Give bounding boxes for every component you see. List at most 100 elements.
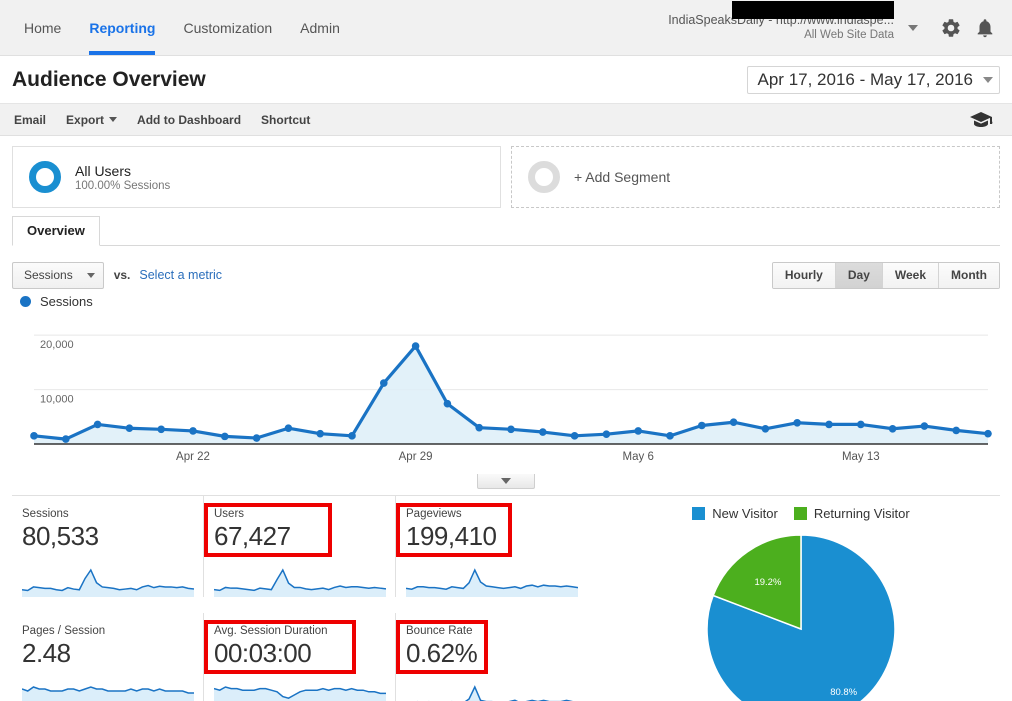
segment-percent: 100.00% Sessions [75, 180, 171, 193]
metric-card-users[interactable]: Users 67,427 [204, 496, 396, 597]
metric-card-sparkline [22, 685, 194, 701]
nav-item-reporting-label: Reporting [89, 19, 156, 36]
new-vs-returning-pie[interactable]: 80.8% 19.2% [701, 529, 901, 701]
metric-card-sparkline [214, 568, 386, 597]
top-navigation-bar: Home Reporting Customization Admin India… [0, 0, 1012, 56]
metric-card-sessions[interactable]: Sessions 80,533 [12, 496, 204, 597]
nav-items: Home Reporting Customization Admin [0, 0, 354, 55]
svg-text:May 6: May 6 [623, 451, 654, 463]
metric-card-value: 67,427 [214, 521, 291, 551]
graduation-cap-icon[interactable] [964, 103, 998, 137]
account-selector[interactable]: IndiaSpeaksDaily - http://www.indiaspe..… [668, 0, 898, 43]
svg-text:May 13: May 13 [842, 451, 880, 463]
metric-card-sparkline [406, 568, 578, 597]
nav-item-home-label: Home [24, 19, 62, 36]
granularity-day[interactable]: Day [835, 262, 883, 288]
add-segment-label: + Add Segment [574, 169, 671, 185]
chart-expand-button[interactable] [477, 474, 535, 489]
add-to-dashboard-label: Add to Dashboard [137, 112, 242, 127]
pie-legend-swatch-new [692, 507, 706, 520]
tab-overview[interactable]: Overview [12, 216, 100, 246]
vs-label: vs. [113, 268, 131, 282]
granularity-week[interactable]: Week [882, 262, 940, 288]
pie-slice-value-label: 80.8% [830, 687, 857, 698]
select-a-metric-link[interactable]: Select a metric [139, 268, 222, 282]
granularity-hourly[interactable]: Hourly [772, 262, 836, 288]
segment-name: All Users [75, 162, 132, 179]
metric-card-value: 2.48 [22, 637, 71, 668]
gear-icon[interactable] [934, 11, 968, 45]
metric-card-sparkline [214, 685, 386, 701]
bell-icon[interactable] [968, 11, 1002, 45]
legend-dot-sessions [20, 296, 31, 307]
metric-card-label: Pageviews [406, 508, 462, 520]
pie-legend: New Visitor Returning Visitor [602, 496, 1000, 521]
metric-card-label: Pages / Session [22, 624, 106, 637]
donut-icon-empty [528, 161, 560, 193]
segment-text-block: All Users 100.00% Sessions [75, 162, 170, 193]
account-view-name: All Web Site Data [804, 29, 894, 42]
nav-item-customization-label: Customization [183, 19, 273, 36]
granularity-week-label: Week [894, 268, 927, 282]
granularity-month-label: Month [951, 268, 987, 282]
nav-item-admin[interactable]: Admin [286, 0, 354, 55]
chart-expander [12, 474, 1000, 489]
metric-selector[interactable]: Sessions [12, 261, 104, 289]
svg-text:20,000: 20,000 [40, 339, 74, 351]
metrics-and-pie-panel: Sessions 80,533 Users 67,427 Pageviews 199,41… [0, 496, 1012, 701]
segment-bar: All Users 100.00% Sessions + Add Segment [0, 136, 1012, 216]
page-title: Audience Overview [12, 67, 206, 91]
metric-selector-value: Sessions [24, 268, 73, 282]
chevron-down-icon[interactable] [908, 24, 918, 31]
audience-overview-page: Home Reporting Customization Admin India… [0, 0, 1012, 701]
toolbar-right [964, 103, 998, 137]
granularity-toggle-group: Hourly Day Week Month [771, 261, 1000, 289]
metric-card-pageviews[interactable]: Pageviews 199,410 [396, 496, 588, 597]
granularity-hourly-label: Hourly [784, 268, 823, 282]
metric-card-value: 199,410 [406, 521, 497, 551]
report-action-toolbar: Email Export Add to Dashboard Shortcut [0, 104, 1012, 136]
granularity-month[interactable]: Month [939, 262, 999, 288]
nav-item-home[interactable]: Home [10, 0, 75, 55]
email-button[interactable]: Email [14, 113, 46, 127]
page-header: Audience Overview Apr 17, 2016 - May 17,… [0, 56, 1012, 104]
donut-icon [29, 161, 61, 193]
sessions-timeline-svg: 10,000 20,000 Apr 22 Apr 29 May 6 May 13 [30, 334, 992, 463]
email-button-label: Email [14, 112, 47, 127]
svg-text:Apr 22: Apr 22 [176, 451, 210, 463]
new-vs-returning-panel: New Visitor Returning Visitor 80.8% 19.2% [588, 496, 1000, 701]
metric-card-label: Avg. Session Duration [214, 624, 328, 637]
date-range-picker[interactable]: Apr 17, 2016 - May 17, 2016 [746, 65, 1000, 94]
metric-card-label: Sessions [22, 508, 69, 520]
segment-all-users[interactable]: All Users 100.00% Sessions [12, 146, 501, 208]
metric-card-bounce-rate[interactable]: Bounce Rate 0.62% [396, 613, 588, 701]
nav-right-cluster: IndiaSpeaksDaily - http://www.indiaspe..… [668, 0, 1012, 55]
report-tabs: Overview [12, 216, 1000, 246]
export-button-label: Export [66, 112, 105, 127]
sessions-timeline-chart[interactable]: 10,000 20,000 Apr 22 Apr 29 May 6 May 13 [12, 313, 1000, 489]
pie-legend-returning-visitor: Returning Visitor [793, 506, 910, 521]
add-segment-button[interactable]: + Add Segment [511, 146, 1000, 208]
pie-slice-value-label: 19.2% [754, 577, 781, 588]
nav-item-reporting[interactable]: Reporting [75, 0, 169, 55]
shortcut-button[interactable]: Shortcut [261, 113, 310, 127]
metric-card-pages-session[interactable]: Pages / Session 2.48 [12, 612, 204, 701]
chevron-down-icon [501, 478, 511, 484]
nav-item-admin-label: Admin [300, 19, 340, 36]
date-range-value: Apr 17, 2016 - May 17, 2016 [757, 69, 973, 89]
svg-text:10,000: 10,000 [40, 394, 74, 406]
metric-card-sparkline [414, 684, 575, 701]
chevron-down-icon [983, 76, 993, 83]
metric-card-value: 80,533 [22, 521, 99, 551]
pie-legend-label-returning: Returning Visitor [813, 506, 910, 521]
tab-overview-label: Overview [27, 223, 85, 238]
nav-item-customization[interactable]: Customization [169, 0, 286, 55]
add-to-dashboard-button[interactable]: Add to Dashboard [137, 113, 241, 127]
chart-controls: Sessions vs. Select a metric Hourly Day … [0, 246, 1012, 292]
shortcut-button-label: Shortcut [261, 112, 311, 127]
export-button[interactable]: Export [66, 112, 118, 127]
chart-legend: Sessions [0, 292, 1012, 309]
pie-wrap: 80.8% 19.2% [602, 529, 1000, 701]
metric-card-value: 00:03:00 [214, 637, 312, 668]
metric-card-avg-session-duration[interactable]: Avg. Session Duration 00:03:00 [204, 612, 396, 701]
